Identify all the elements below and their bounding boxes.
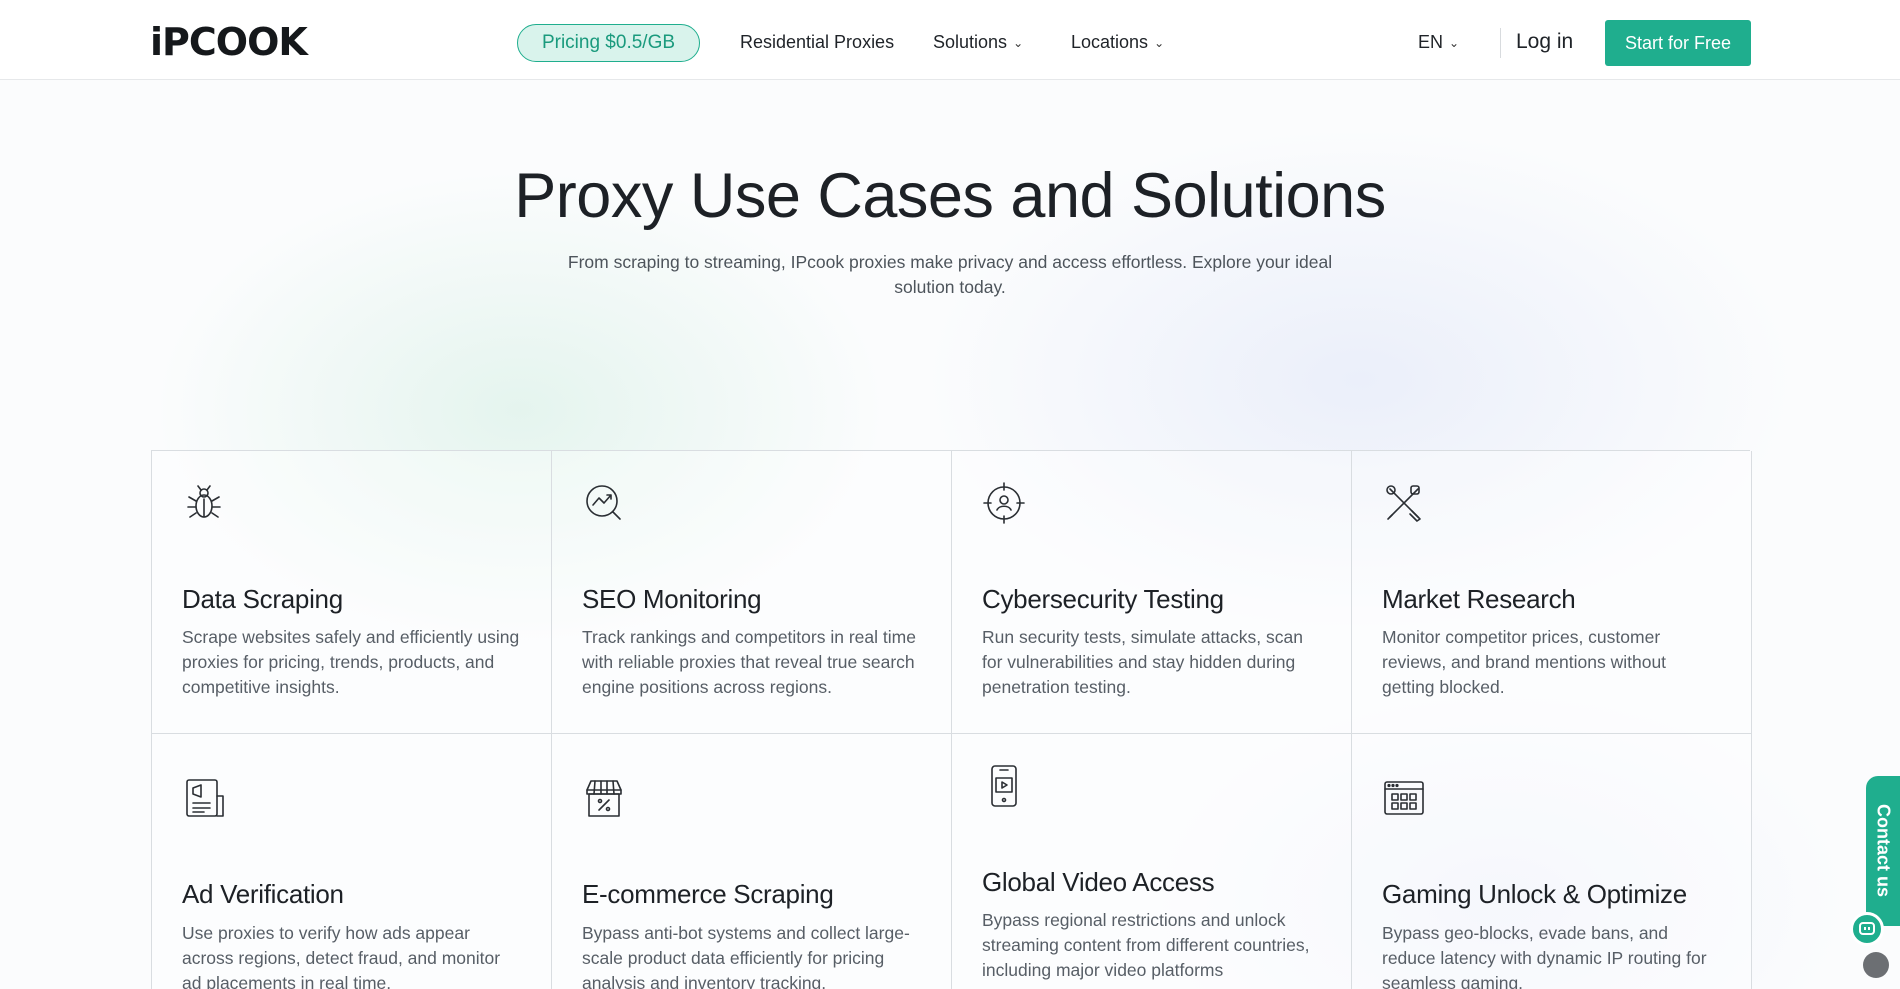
bug-icon bbox=[182, 481, 226, 525]
chart-search-icon bbox=[582, 481, 626, 525]
card-title: E-commerce Scraping bbox=[582, 879, 834, 909]
card-description: Monitor competitor prices, customer revi… bbox=[1382, 627, 1667, 697]
contact-label: Contact us bbox=[1873, 804, 1894, 898]
card-title: Global Video Access bbox=[982, 867, 1215, 897]
card-description: Track rankings and competitors in real t… bbox=[582, 627, 916, 697]
nav-solutions[interactable]: Solutions ⌄ bbox=[933, 30, 1023, 54]
store-discount-icon bbox=[582, 776, 626, 820]
chat-icon[interactable] bbox=[1850, 912, 1884, 946]
card-description: Use proxies to verify how ads appear acr… bbox=[182, 923, 501, 989]
nav-divider bbox=[1500, 28, 1501, 58]
scroll-top-button[interactable] bbox=[1863, 952, 1889, 978]
card-seo-monitoring[interactable]: SEO Monitoring Track rankings and compet… bbox=[552, 451, 952, 734]
top-nav: iPCOOK Pricing $0.5/GB Residential Proxi… bbox=[0, 0, 1900, 80]
target-user-icon bbox=[982, 481, 1026, 525]
subtitle-line: solution today. bbox=[894, 277, 1006, 297]
card-description: Bypass anti-bot systems and collect larg… bbox=[582, 923, 910, 989]
pricing-button[interactable]: Pricing $0.5/GB bbox=[517, 24, 700, 62]
nav-locations[interactable]: Locations ⌄ bbox=[1071, 30, 1164, 54]
contact-us-tab[interactable]: Contact us bbox=[1866, 776, 1900, 926]
phone-video-icon bbox=[982, 764, 1026, 808]
tools-icon bbox=[1382, 481, 1426, 525]
page-subtitle: From scraping to streaming, IPcook proxi… bbox=[545, 250, 1355, 300]
nav-residential-proxies[interactable]: Residential Proxies bbox=[740, 30, 894, 54]
card-global-video-access[interactable]: Global Video Access Bypass regional rest… bbox=[952, 734, 1352, 989]
card-title: Market Research bbox=[1382, 584, 1576, 614]
language-selector[interactable]: EN ⌄ bbox=[1418, 30, 1459, 54]
use-case-grid: Data Scraping Scrape websites safely and… bbox=[151, 450, 1752, 989]
chevron-down-icon: ⌄ bbox=[1013, 36, 1024, 50]
card-market-research[interactable]: Market Research Monitor competitor price… bbox=[1352, 451, 1752, 734]
card-title: Ad Verification bbox=[182, 879, 344, 909]
nav-label: Locations bbox=[1071, 32, 1149, 52]
card-data-scraping[interactable]: Data Scraping Scrape websites safely and… bbox=[152, 451, 552, 734]
subtitle-line: From scraping to streaming, IPcook proxi… bbox=[567, 252, 1333, 272]
page-title: Proxy Use Cases and Solutions bbox=[514, 161, 1386, 231]
nav-label: Residential Proxies bbox=[740, 32, 895, 52]
card-title: SEO Monitoring bbox=[582, 584, 762, 614]
card-ad-verification[interactable]: Ad Verification Use proxies to verify ho… bbox=[152, 734, 552, 989]
language-label: EN bbox=[1418, 32, 1444, 52]
chevron-down-icon: ⌄ bbox=[1449, 36, 1460, 50]
login-link[interactable]: Log in bbox=[1516, 30, 1573, 54]
game-window-icon bbox=[1382, 776, 1426, 820]
card-description: Bypass regional restrictions and unlock … bbox=[982, 910, 1310, 980]
card-description: Run security tests, simulate attacks, sc… bbox=[982, 627, 1303, 697]
ad-document-icon bbox=[182, 776, 226, 820]
card-description: Bypass geo-blocks, evade bans, and reduc… bbox=[1382, 923, 1707, 989]
logo[interactable]: iPCOOK bbox=[150, 22, 308, 62]
start-free-button[interactable]: Start for Free bbox=[1605, 20, 1751, 66]
card-ecommerce-scraping[interactable]: E-commerce Scraping Bypass anti-bot syst… bbox=[552, 734, 952, 989]
card-title: Data Scraping bbox=[182, 584, 343, 614]
card-title: Gaming Unlock & Optimize bbox=[1382, 879, 1687, 909]
card-cybersecurity-testing[interactable]: Cybersecurity Testing Run security tests… bbox=[952, 451, 1352, 734]
card-title: Cybersecurity Testing bbox=[982, 584, 1224, 614]
card-description: Scrape websites safely and efficiently u… bbox=[182, 627, 520, 697]
nav-label: Solutions bbox=[933, 32, 1008, 52]
chevron-down-icon: ⌄ bbox=[1154, 36, 1165, 50]
card-gaming-unlock[interactable]: Gaming Unlock & Optimize Bypass geo-bloc… bbox=[1352, 734, 1752, 989]
